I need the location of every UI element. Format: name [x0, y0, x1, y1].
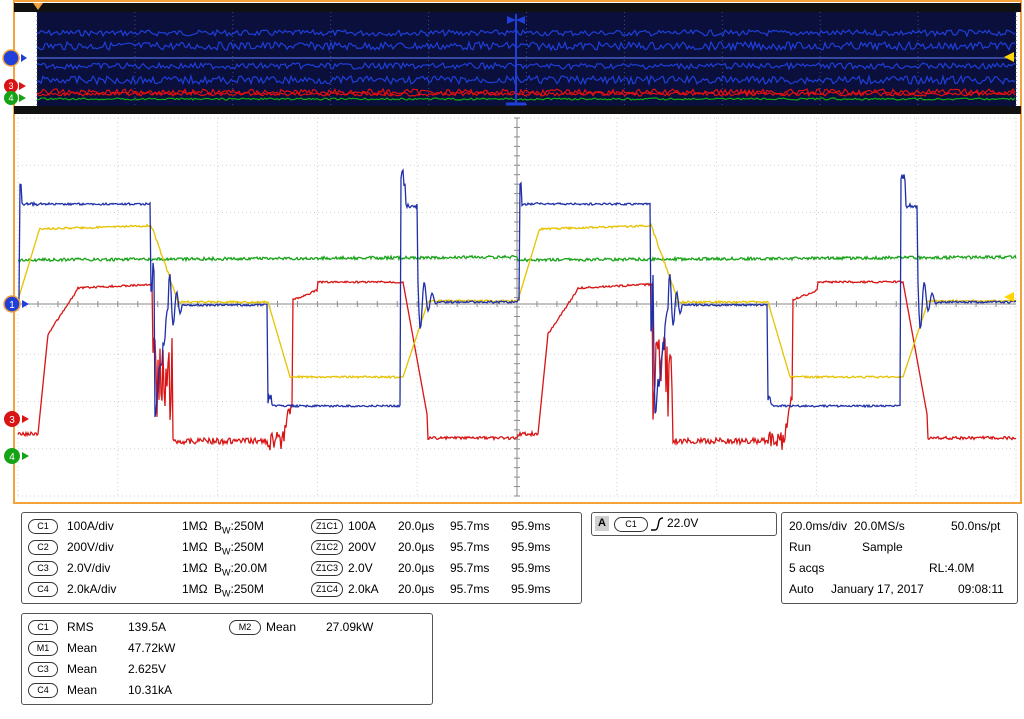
measurement-type: Mean	[266, 620, 297, 634]
svg-text:3: 3	[8, 81, 13, 91]
acquisition-row: 5 acqs RL:4.0M	[782, 559, 1017, 577]
zoom-time-scale: 20.0µs	[398, 519, 435, 533]
svg-text:1: 1	[9, 300, 15, 311]
channel-badge[interactable]: C2	[28, 540, 58, 555]
measurement-source-badge[interactable]: M2	[229, 620, 261, 635]
measurement-row[interactable]: M2 Mean 27.09kW	[227, 618, 427, 636]
measurement-source-badge[interactable]: M1	[28, 641, 58, 656]
vertical-scale: 2.0V/div	[67, 561, 111, 575]
trigger-level: 22.0V	[667, 516, 699, 530]
sample-rate: 20.0MS/s	[854, 519, 905, 533]
zoom-scale: 2.0V	[348, 561, 373, 575]
vertical-scale: 100A/div	[67, 519, 114, 533]
bandwidth-limit: BW:250M	[214, 540, 264, 557]
run-state[interactable]: Run	[789, 538, 811, 556]
zoom-end: 95.9ms	[511, 582, 551, 596]
timebase-row: 20.0ms/div 20.0MS/s 50.0ns/pt	[782, 517, 1017, 535]
input-impedance: 1MΩ	[182, 519, 208, 533]
svg-text:3: 3	[9, 415, 15, 426]
vertical-scale: 2.0kA/div	[67, 582, 117, 596]
measurement-value: 10.31kA	[128, 683, 173, 697]
zoom-scale: 200V	[348, 540, 377, 554]
zoom-time-scale: 20.0µs	[398, 540, 435, 554]
zoom-position: 95.7ms	[450, 561, 490, 575]
time-per-point: 50.0ns/pt	[951, 519, 1001, 533]
measurement-value: 139.5A	[128, 620, 167, 634]
measurement-row[interactable]: M1 Mean 47.72kW	[22, 639, 222, 657]
zoom-time-scale: 20.0µs	[398, 582, 435, 596]
svg-text:4: 4	[9, 452, 15, 463]
zoom-channel-badge[interactable]: Z1C1	[311, 519, 343, 534]
zoom-end: 95.9ms	[511, 561, 551, 575]
date: January 17, 2017	[831, 582, 924, 596]
overview-top-bar	[14, 3, 1021, 12]
measurement-source-badge[interactable]: C4	[28, 683, 58, 698]
channel-row-c1[interactable]: C1 100A/div 1MΩ BW:250M Z1C1 100A 20.0µs…	[22, 517, 581, 535]
measurement-type: Mean	[67, 662, 98, 676]
vertical-scale: 200V/div	[67, 540, 114, 554]
run-state-row: Run Sample	[782, 538, 1017, 556]
trigger-mode[interactable]: Auto	[789, 580, 814, 598]
measurement-source-badge[interactable]: C1	[28, 620, 58, 635]
measurement-type: Mean	[67, 683, 98, 697]
channel-badge[interactable]: C1	[28, 519, 58, 534]
bandwidth-limit: BW:250M	[214, 519, 264, 536]
overview-bottom-bar	[14, 106, 1021, 114]
acquisition-mode[interactable]: Sample	[862, 538, 903, 556]
measurement-source-badge[interactable]: C3	[28, 662, 58, 677]
input-impedance: 1MΩ	[182, 540, 208, 554]
zoom-scale: 100A	[348, 519, 377, 533]
bandwidth-limit: BW:20.0M	[214, 561, 268, 578]
zoom-channel-badge[interactable]: Z1C4	[311, 582, 343, 597]
zoom-end: 95.9ms	[511, 540, 551, 554]
channel-badge[interactable]: C3	[28, 561, 58, 576]
date-row: Auto January 17, 2017 09:08:11	[782, 580, 1017, 598]
channel-row-c4[interactable]: C4 2.0kA/div 1MΩ BW:250M Z1C4 2.0kA 20.0…	[22, 580, 581, 598]
svg-text:4: 4	[8, 93, 13, 103]
input-impedance: 1MΩ	[182, 561, 208, 575]
input-impedance: 1MΩ	[182, 582, 208, 596]
zoom-channel-badge[interactable]: Z1C3	[311, 561, 343, 576]
channel-row-c3[interactable]: C3 2.0V/div 1MΩ BW:20.0M Z1C3 2.0V 20.0µ…	[22, 559, 581, 577]
zoom-position: 95.7ms	[450, 519, 490, 533]
measurement-row[interactable]: C4 Mean 10.31kA	[22, 681, 222, 699]
measurement-value: 2.625V	[128, 662, 167, 676]
bandwidth-limit: BW:250M	[214, 582, 264, 599]
trigger-mode-badge: A	[595, 516, 609, 531]
measurement-type: Mean	[67, 641, 98, 655]
overview-window[interactable]: 3 4	[2, 3, 1021, 114]
acquisition-count: 5 acqs	[789, 561, 825, 575]
measurement-row[interactable]: C1 RMS 139.5A	[22, 618, 222, 636]
rising-edge-icon	[651, 517, 664, 531]
measurement-type: RMS	[67, 620, 94, 634]
measurement-row[interactable]: C3 Mean 2.625V	[22, 660, 222, 678]
zoom-time-scale: 20.0µs	[398, 561, 435, 575]
channel-settings-panel: C1 100A/div 1MΩ BW:250M Z1C1 100A 20.0µs…	[21, 512, 582, 604]
record-length: RL:4.0M	[929, 561, 975, 575]
zoom-position: 95.7ms	[450, 540, 490, 554]
zoom-scale: 2.0kA	[348, 582, 379, 596]
channel-row-c2[interactable]: C2 200V/div 1MΩ BW:250M Z1C2 200V 20.0µs…	[22, 538, 581, 556]
measurement-value: 27.09kW	[326, 620, 374, 634]
time: 09:08:11	[958, 582, 1004, 596]
trigger-source-badge[interactable]: C1	[614, 517, 648, 532]
measurement-value: 47.72kW	[128, 641, 176, 655]
timebase-panel[interactable]: 20.0ms/div 20.0MS/s 50.0ns/pt Run Sample…	[781, 512, 1018, 604]
trigger-panel[interactable]: A C1 22.0V	[591, 512, 777, 536]
time-per-division: 20.0ms/div	[789, 519, 848, 533]
channel-badge[interactable]: C4	[28, 582, 58, 597]
zoom-channel-badge[interactable]: Z1C2	[311, 540, 343, 555]
oscilloscope-display: 3 4 1 3 4	[0, 0, 1024, 512]
measurements-panel: C1 RMS 139.5A M1 Mean 47.72kW C3 Mean 2.…	[21, 613, 433, 705]
zoom-position: 95.7ms	[450, 582, 490, 596]
zoom-end: 95.9ms	[511, 519, 551, 533]
